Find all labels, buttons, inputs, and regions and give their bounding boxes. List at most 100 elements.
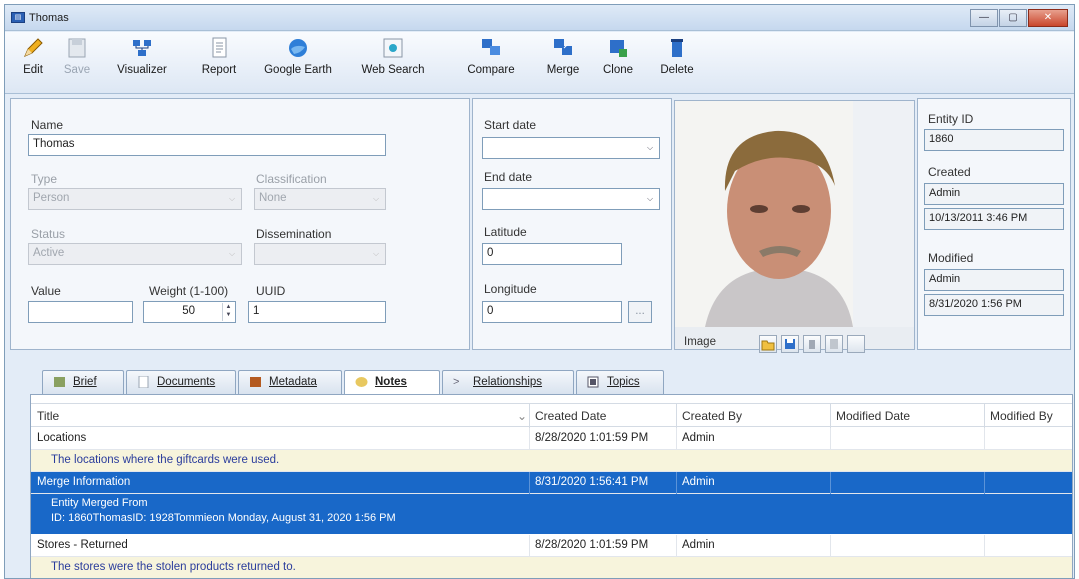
created-at-field: 10/13/2011 3:46 PM bbox=[924, 208, 1064, 230]
relationship-arrow-icon: > bbox=[453, 376, 460, 388]
image-label: Image bbox=[684, 336, 716, 348]
modified-label: Modified bbox=[928, 251, 974, 265]
edit-button[interactable]: Edit bbox=[13, 36, 53, 76]
row-description: The stores were the stolen products retu… bbox=[31, 557, 1072, 578]
column-header-modified-by[interactable]: Modified By bbox=[990, 409, 1053, 423]
status-label: Status bbox=[31, 227, 66, 241]
sort-indicator-icon: ⌄ bbox=[517, 409, 528, 423]
save-image-icon[interactable] bbox=[781, 335, 799, 353]
web-search-icon bbox=[381, 36, 405, 60]
clone-button[interactable]: Clone bbox=[597, 36, 639, 76]
table-row[interactable]: Locations 8/28/2020 1:01:59 PM Admin bbox=[31, 428, 1072, 450]
title-bar: ▤ Thomas — ▢ ✕ bbox=[5, 5, 1074, 31]
clone-icon bbox=[606, 36, 630, 60]
chevron-down-icon: ⌵ bbox=[646, 194, 654, 203]
row-description: The locations where the giftcards were u… bbox=[31, 450, 1072, 472]
app-icon: ▤ bbox=[11, 12, 25, 23]
notes-grid: Title ⌄ Created Date Created By Modified… bbox=[30, 394, 1073, 578]
tab-metadata[interactable]: Metadata bbox=[238, 370, 342, 394]
created-by-field: Admin bbox=[924, 183, 1064, 205]
grid-header: Title ⌄ Created Date Created By Modified… bbox=[31, 403, 1072, 428]
modified-at-field: 8/31/2020 1:56 PM bbox=[924, 294, 1064, 316]
floppy-icon bbox=[65, 36, 89, 60]
brief-icon bbox=[53, 376, 66, 388]
web-search-button[interactable]: Web Search bbox=[351, 36, 435, 76]
open-folder-icon[interactable] bbox=[759, 335, 777, 353]
entity-id-field: 1860 bbox=[924, 129, 1064, 151]
report-button[interactable]: Report bbox=[195, 36, 243, 76]
tab-documents[interactable]: Documents bbox=[126, 370, 236, 394]
tab-notes[interactable]: Notes bbox=[344, 370, 440, 395]
entity-photo bbox=[674, 100, 915, 350]
name-field[interactable]: Thomas bbox=[28, 134, 386, 156]
column-header-modified-date[interactable]: Modified Date bbox=[836, 409, 910, 423]
report-icon bbox=[207, 36, 231, 60]
weight-stepper[interactable]: 50 ▲ ▼ bbox=[143, 301, 236, 323]
column-header-created-by[interactable]: Created By bbox=[682, 409, 742, 423]
notes-icon bbox=[355, 376, 368, 388]
created-label: Created bbox=[928, 165, 971, 179]
window-title: Thomas bbox=[29, 12, 69, 24]
row-description-selected: Entity Merged From ID: 1860ThomasID: 192… bbox=[31, 494, 1072, 534]
tab-relationships[interactable]: > Relationships bbox=[442, 370, 574, 394]
merge-icon bbox=[551, 36, 575, 60]
compare-button[interactable]: Compare bbox=[463, 36, 519, 76]
maximize-button[interactable]: ▢ bbox=[999, 9, 1027, 27]
weight-label: Weight (1-100) bbox=[149, 284, 229, 298]
entity-id-label: Entity ID bbox=[928, 112, 974, 126]
compare-icon bbox=[479, 36, 503, 60]
globe-icon bbox=[286, 36, 310, 60]
entity-window: ▤ Thomas — ▢ ✕ Edit Save Visualizer Repo… bbox=[4, 4, 1075, 579]
start-date-picker[interactable]: ⌵ bbox=[482, 137, 660, 159]
name-label: Name bbox=[31, 118, 64, 132]
longitude-label: Longitude bbox=[484, 282, 537, 296]
value-field[interactable] bbox=[28, 301, 133, 323]
toolbar: Edit Save Visualizer Report Google Earth… bbox=[5, 32, 1074, 94]
google-earth-button[interactable]: Google Earth bbox=[253, 36, 343, 76]
map-browse-button[interactable]: ... bbox=[628, 301, 652, 323]
latitude-field[interactable]: 0 bbox=[482, 243, 622, 265]
delete-image-icon[interactable] bbox=[803, 335, 821, 353]
uuid-label: UUID bbox=[256, 284, 286, 298]
modified-by-field: Admin bbox=[924, 269, 1064, 291]
end-date-label: End date bbox=[484, 170, 533, 184]
close-button[interactable]: ✕ bbox=[1028, 9, 1068, 27]
image-more-button[interactable] bbox=[847, 335, 865, 353]
latitude-label: Latitude bbox=[484, 225, 527, 239]
database-icon bbox=[249, 376, 262, 388]
trash-icon bbox=[665, 36, 689, 60]
type-select[interactable]: Person ⌵ bbox=[28, 188, 242, 210]
merge-button[interactable]: Merge bbox=[539, 36, 587, 76]
end-date-picker[interactable]: ⌵ bbox=[482, 188, 660, 210]
topics-icon bbox=[587, 376, 600, 388]
table-row[interactable]: Stores - Returned 8/28/2020 1:01:59 PM A… bbox=[31, 535, 1072, 557]
chevron-down-icon: ⌵ bbox=[228, 194, 236, 203]
delete-button[interactable]: Delete bbox=[655, 36, 699, 76]
status-select[interactable]: Active ⌵ bbox=[28, 243, 242, 265]
value-label: Value bbox=[31, 284, 61, 298]
minimize-button[interactable]: — bbox=[970, 9, 998, 27]
visualizer-button[interactable]: Visualizer bbox=[105, 36, 179, 76]
uuid-field[interactable]: 1 bbox=[248, 301, 386, 323]
dissemination-label: Dissemination bbox=[256, 227, 332, 241]
classification-select[interactable]: None ⌵ bbox=[254, 188, 386, 210]
spinner-arrows-icon[interactable]: ▲ ▼ bbox=[222, 303, 234, 321]
start-date-label: Start date bbox=[484, 118, 537, 132]
longitude-field[interactable]: 0 bbox=[482, 301, 622, 323]
classification-label: Classification bbox=[256, 172, 327, 186]
save-button[interactable]: Save bbox=[57, 36, 97, 76]
column-header-title[interactable]: Title bbox=[37, 409, 59, 423]
paste-image-icon[interactable] bbox=[825, 335, 843, 353]
tab-brief[interactable]: Brief bbox=[42, 370, 124, 394]
document-icon bbox=[137, 375, 150, 389]
chevron-down-icon: ⌵ bbox=[372, 194, 380, 203]
dissemination-select[interactable]: ⌵ bbox=[254, 243, 386, 265]
chevron-down-icon: ⌵ bbox=[646, 143, 654, 152]
chevron-down-icon: ⌵ bbox=[372, 249, 380, 258]
column-header-created-date[interactable]: Created Date bbox=[535, 409, 606, 423]
chevron-down-icon: ⌵ bbox=[228, 249, 236, 258]
table-row-selected[interactable]: Merge Information 8/31/2020 1:56:41 PM A… bbox=[31, 472, 1072, 494]
tab-topics[interactable]: Topics bbox=[576, 370, 664, 394]
visualizer-icon bbox=[130, 36, 154, 60]
type-label: Type bbox=[31, 172, 58, 186]
